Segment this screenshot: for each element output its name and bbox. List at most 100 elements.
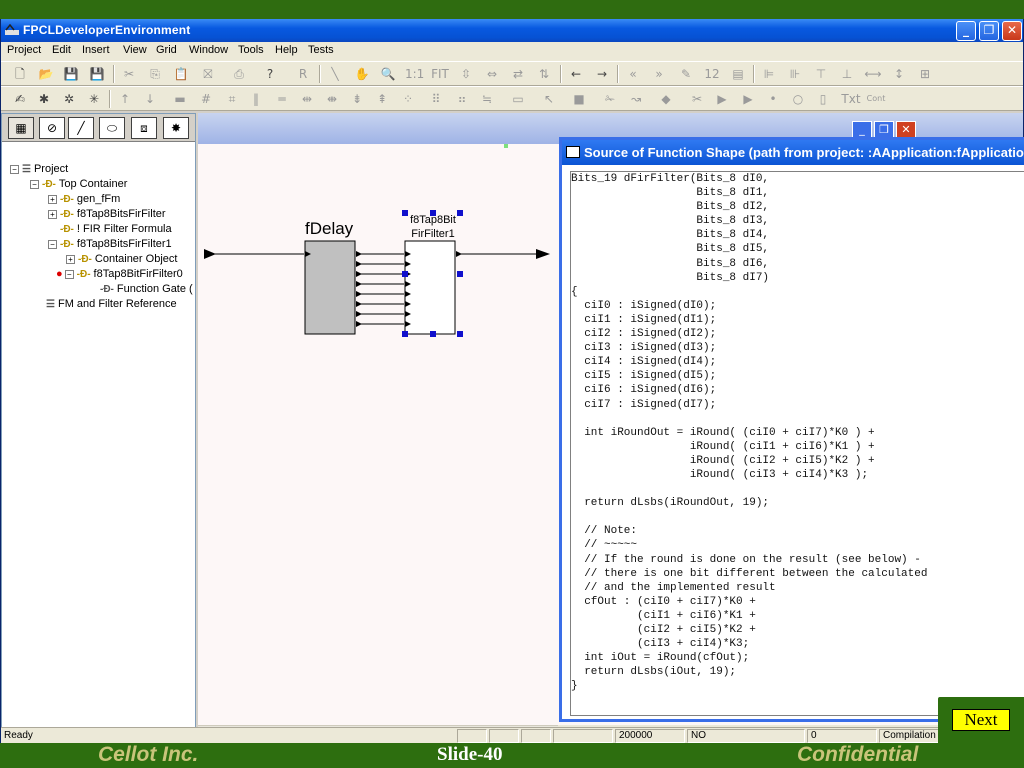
folder-icon[interactable]: ▭ — [509, 90, 527, 108]
curve-icon[interactable]: ↝ — [627, 90, 645, 108]
play-icon[interactable]: ▶ — [713, 90, 731, 108]
menu-insert[interactable]: Insert — [82, 44, 110, 56]
dots-2-icon[interactable]: ⠶ — [453, 90, 471, 108]
diamond-icon[interactable]: ◆ — [657, 90, 675, 108]
down-arrow-icon[interactable]: ↓ — [141, 90, 159, 108]
same-size-icon[interactable]: ⊞ — [916, 65, 934, 83]
star-tool-2-icon[interactable]: ✲ — [60, 90, 78, 108]
star-tool-icon[interactable]: ✱ — [35, 90, 53, 108]
select-icon[interactable]: ↖ — [540, 90, 558, 108]
spacing-v-icon[interactable]: ⇟ — [348, 90, 366, 108]
layer-icon[interactable]: ▬ — [171, 90, 189, 108]
step-icon[interactable]: ▶ — [739, 90, 757, 108]
forward-arrow-icon[interactable]: → — [593, 65, 611, 83]
next-button-label[interactable]: Next — [952, 709, 1010, 731]
twelve-icon[interactable]: 12 — [703, 65, 721, 83]
close-button[interactable]: ✕ — [1002, 21, 1022, 41]
tree-item-container-object[interactable]: + -Ð- Container Object — [66, 252, 177, 267]
tree-item-fir-filter1[interactable]: − -Ð-f8Tap8BitsFirFilter1 — [48, 237, 172, 252]
star-tool-3-icon[interactable]: ✳ — [85, 90, 103, 108]
connect-icon[interactable]: ≒ — [478, 90, 496, 108]
dot-icon[interactable]: • — [764, 90, 782, 108]
oval-tool-icon[interactable]: ⬭ — [99, 117, 125, 139]
flip-yx-icon[interactable]: ⇅ — [535, 65, 553, 83]
grid-icon[interactable]: # — [197, 90, 215, 108]
burst-tool-icon[interactable]: ✸ — [163, 117, 189, 139]
zoom-one-to-one-icon[interactable]: 1:1 — [405, 65, 424, 83]
tree-item-function-gate[interactable]: -Ð- Function Gate ( — [100, 282, 193, 297]
r-tool-icon[interactable]: R — [294, 65, 312, 83]
zoom-fit-icon[interactable]: FIT — [431, 65, 449, 83]
save-all-icon[interactable]: 💾 — [88, 65, 106, 83]
menu-grid[interactable]: Grid — [156, 44, 177, 56]
same-height-icon[interactable]: ↕ — [890, 65, 908, 83]
tree-view-icon[interactable]: ▦ — [8, 117, 34, 139]
back-arrow-icon[interactable]: ← — [567, 65, 585, 83]
up-arrow-icon[interactable]: ↑ — [116, 90, 134, 108]
horizontal-lines-icon[interactable]: ═ — [273, 90, 291, 108]
text-tool-icon[interactable]: Txt — [839, 90, 863, 108]
block-tool-icon[interactable]: ⧈ — [131, 117, 157, 139]
paste-icon[interactable]: 📋 — [172, 65, 190, 83]
rect-icon[interactable]: ▯ — [814, 90, 832, 108]
print-icon[interactable]: ⎙ — [230, 65, 248, 83]
cont-tool-icon[interactable]: Cont — [865, 90, 887, 108]
restore-button[interactable]: ❐ — [979, 21, 999, 41]
menu-edit[interactable]: Edit — [52, 44, 71, 56]
menu-project[interactable]: Project — [7, 44, 41, 56]
zoom-icon[interactable]: 🔍 — [379, 65, 397, 83]
menu-help[interactable]: Help — [275, 44, 298, 56]
fit-height-icon[interactable]: ⇳ — [457, 65, 475, 83]
open-folder-icon[interactable]: 📂 — [37, 65, 55, 83]
align-left-icon[interactable]: ⊫ — [760, 65, 778, 83]
scissors-icon[interactable]: ✁ — [601, 90, 619, 108]
align-bottom-icon[interactable]: ⊥ — [838, 65, 856, 83]
same-width-icon[interactable]: ⟷ — [864, 65, 882, 83]
zoom-grid-icon[interactable]: ⁘ — [399, 90, 417, 108]
menu-tools[interactable]: Tools — [238, 44, 264, 56]
circle-icon[interactable]: ○ — [789, 90, 807, 108]
new-file-icon[interactable]: 🗋 — [11, 65, 29, 83]
draw-mode-icon[interactable]: ✍ — [11, 90, 29, 108]
spacing-icon[interactable]: ⇼ — [323, 90, 341, 108]
line-tool-icon[interactable]: ╱ — [68, 117, 94, 139]
tree-item-project[interactable]: − ☰ Project — [10, 162, 68, 177]
cut-icon[interactable]: ✂ — [120, 65, 138, 83]
clear-icon[interactable]: ⛝ — [199, 65, 217, 83]
spacing-h-icon[interactable]: ⇹ — [298, 90, 316, 108]
cut-wire-icon[interactable]: ✂ — [688, 90, 706, 108]
minimize-button[interactable]: _ — [956, 21, 976, 41]
block-icon[interactable]: ■ — [570, 90, 588, 108]
edit-icon[interactable]: ✎ — [677, 65, 695, 83]
copy-icon[interactable]: ⎘ — [146, 65, 164, 83]
pointer-tool-icon[interactable]: ╲ — [326, 65, 344, 83]
tree-item-fir-filter0[interactable]: ● − -Ð-f8Tap8BitFirFilter0 — [56, 267, 183, 282]
double-right-icon[interactable]: » — [650, 65, 668, 83]
code-editor[interactable]: Bits_19 dFirFilter(Bits_8 dI0, Bits_8 dI… — [570, 171, 1024, 716]
menu-tests[interactable]: Tests — [308, 44, 334, 56]
tree-item-fir-filter[interactable]: + -Ð-f8Tap8BitsFirFilter — [48, 207, 166, 222]
fdelay-block[interactable] — [304, 240, 356, 335]
fir-filter-block[interactable] — [404, 240, 456, 335]
source-code-text[interactable]: Bits_19 dFirFilter(Bits_8 dI0, Bits_8 dI… — [571, 172, 927, 693]
tree-item-fm-filter-reference[interactable]: ☰ FM and Filter Reference — [46, 297, 177, 312]
tree-item-gen-ffm[interactable]: + -Ð-gen_fFm — [48, 192, 120, 207]
document-icon[interactable]: ▤ — [729, 65, 747, 83]
vertical-lines-icon[interactable]: ‖ — [247, 90, 265, 108]
hand-tool-icon[interactable]: ✋ — [353, 65, 371, 83]
slash-tool-icon[interactable]: ⊘ — [39, 117, 65, 139]
next-slide-button[interactable]: Next — [938, 697, 1024, 743]
flip-xy-icon[interactable]: ⇄ — [509, 65, 527, 83]
double-left-icon[interactable]: « — [624, 65, 642, 83]
tree-item-top-container[interactable]: − -Ð- Top Container — [30, 177, 127, 192]
menu-view[interactable]: View — [123, 44, 147, 56]
fit-width-icon[interactable]: ⇔ — [483, 65, 501, 83]
tree-item-fir-formula[interactable]: -Ð-! FIR Filter Formula — [60, 222, 172, 237]
align-top-icon[interactable]: ⊤ — [812, 65, 830, 83]
dots-icon[interactable]: ⠿ — [427, 90, 445, 108]
save-icon[interactable]: 💾 — [62, 65, 80, 83]
grid-lines-icon[interactable]: ⌗ — [223, 90, 241, 108]
spacing-v2-icon[interactable]: ⇞ — [373, 90, 391, 108]
help-icon[interactable]: ? — [261, 65, 279, 83]
align-center-icon[interactable]: ⊪ — [786, 65, 804, 83]
